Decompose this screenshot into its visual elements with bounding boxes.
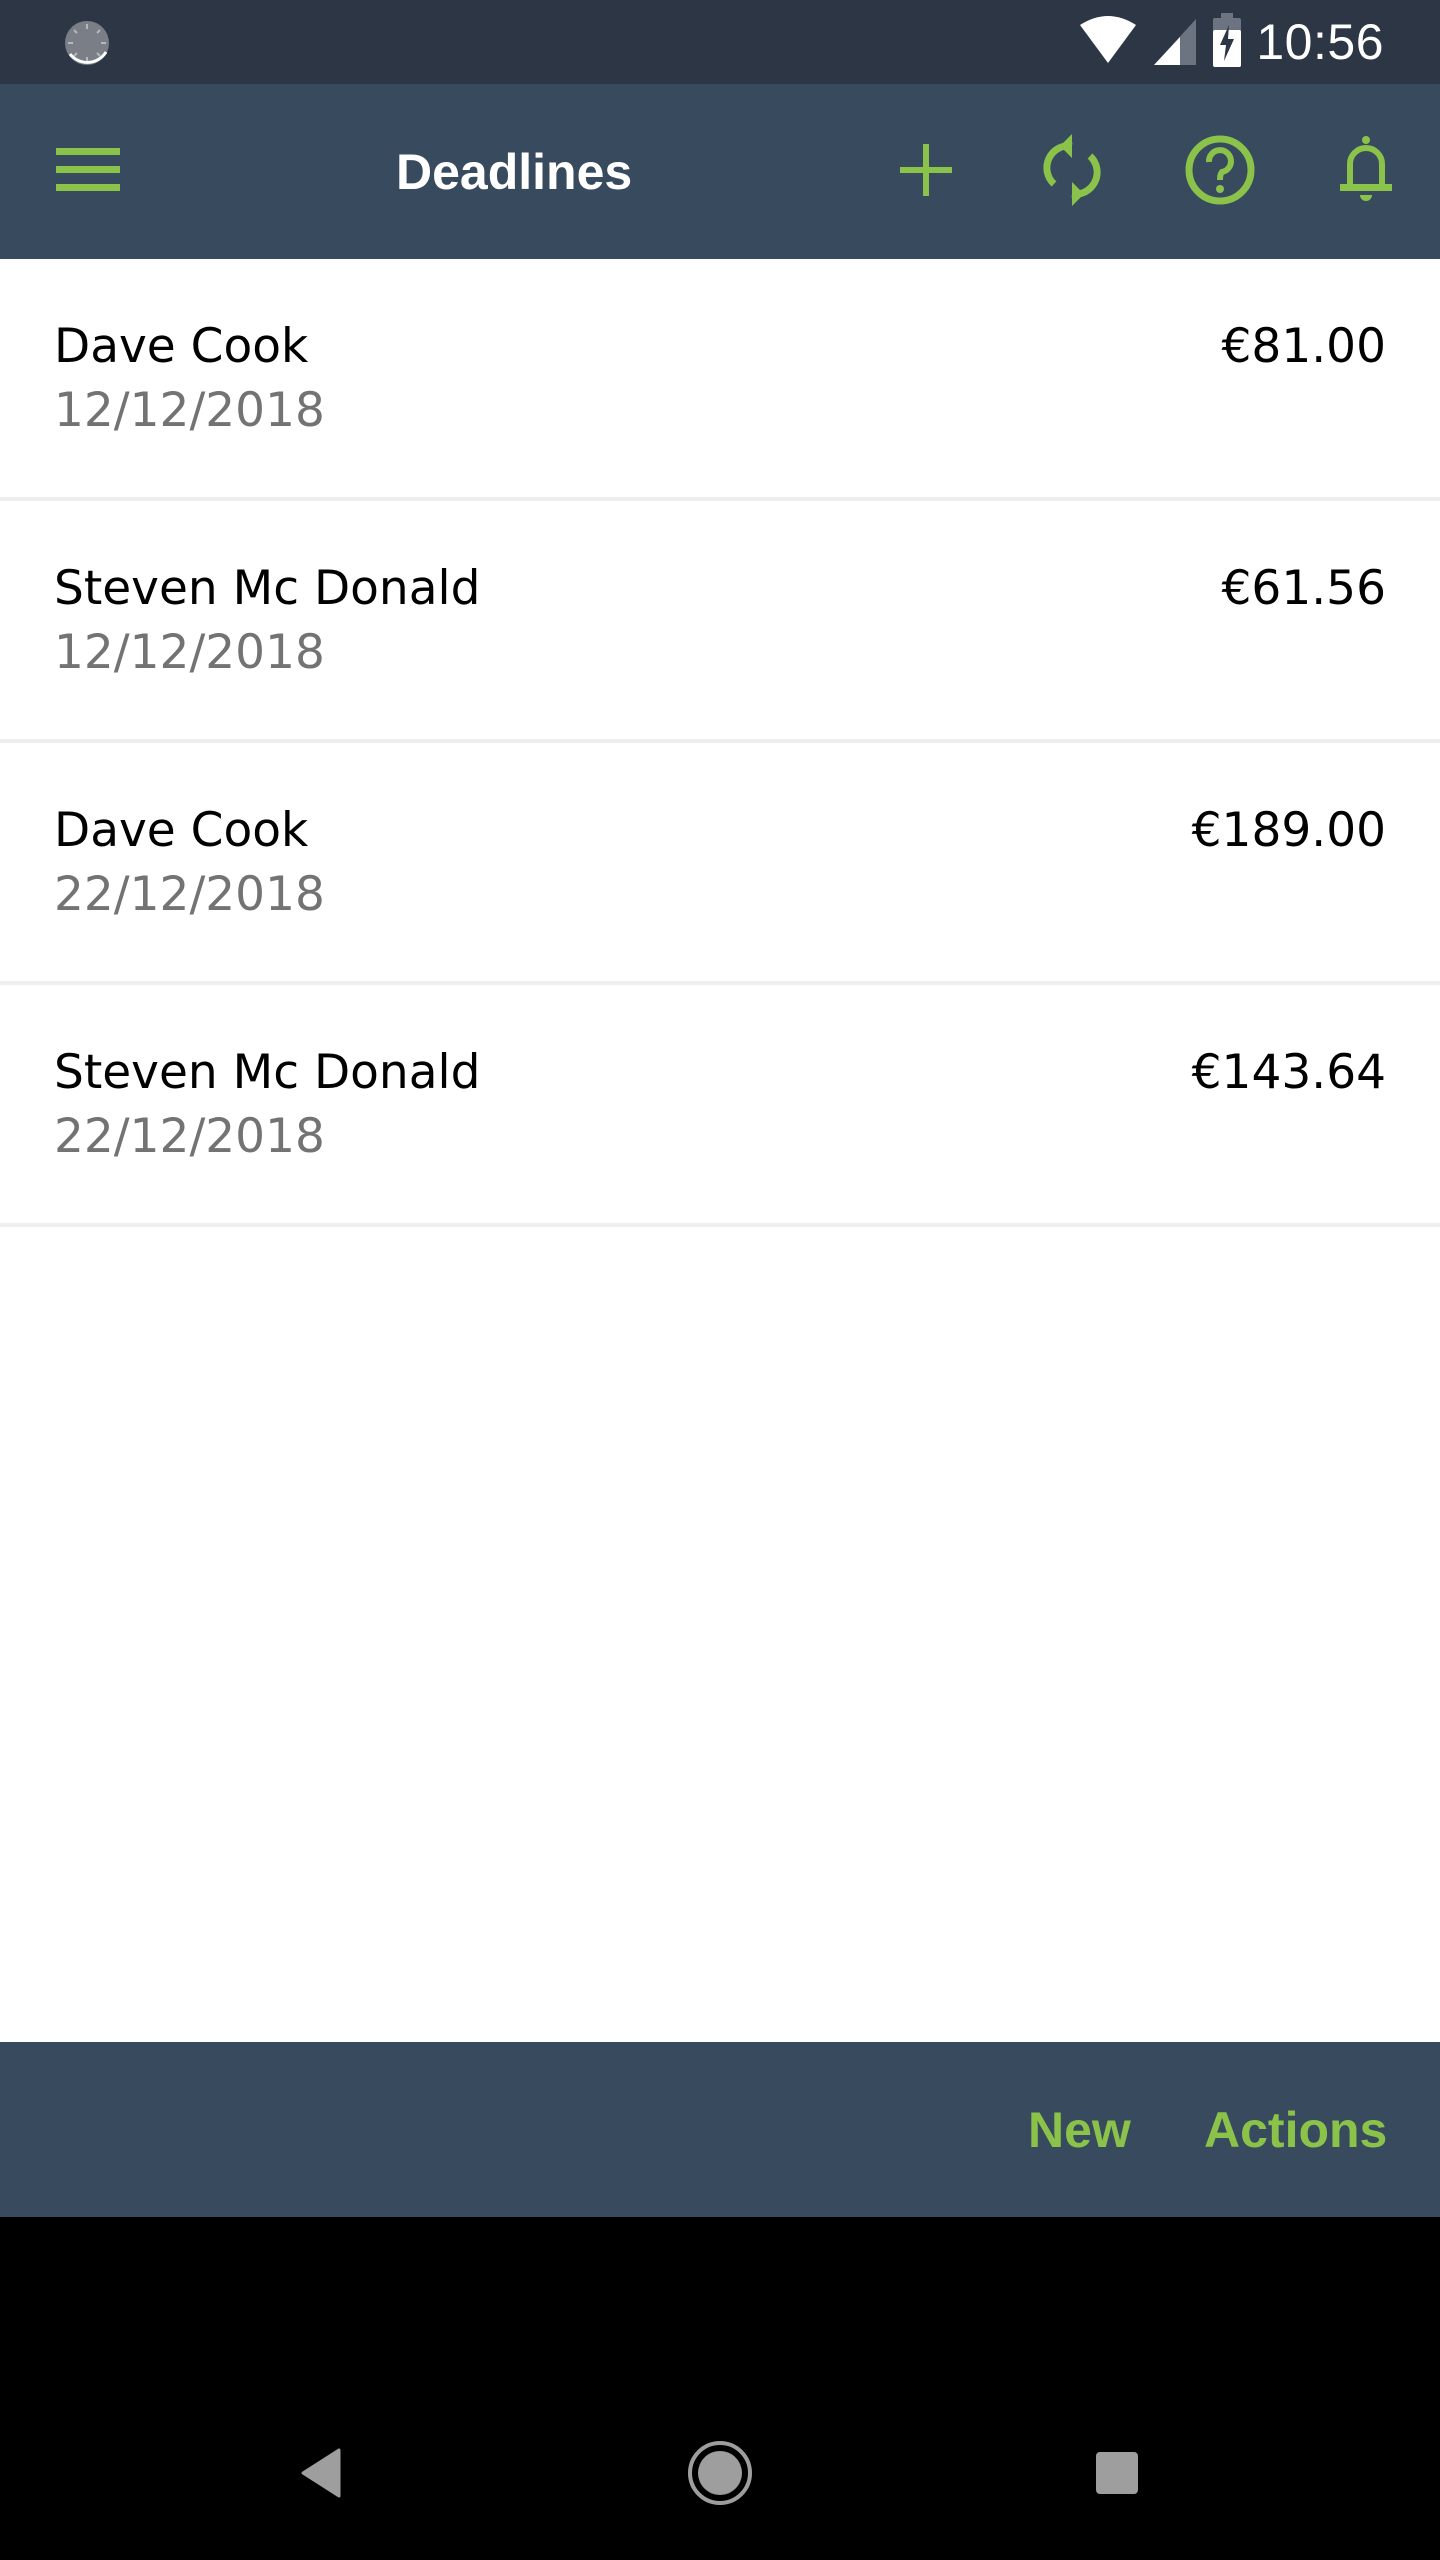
deadline-row[interactable]: Steven Mc Donald 12/12/2018 €61.56 (0, 501, 1440, 743)
status-icons: 10:56 (1078, 10, 1384, 74)
deadline-row[interactable]: Steven Mc Donald 22/12/2018 €143.64 (0, 985, 1440, 1227)
deadlines-list: Dave Cook 12/12/2018 €81.00 Steven Mc Do… (0, 259, 1440, 1227)
app-bar: Deadlines (0, 84, 1440, 259)
new-button[interactable]: New (1028, 2100, 1131, 2160)
refresh-button[interactable] (1034, 132, 1110, 213)
add-button[interactable] (888, 134, 964, 210)
help-button[interactable] (1182, 134, 1258, 210)
page-title: Deadlines (396, 144, 633, 200)
home-icon (687, 2440, 753, 2511)
recents-icon (1095, 2451, 1139, 2500)
deadline-name: Steven Mc Donald (54, 561, 481, 616)
deadline-name: Dave Cook (54, 803, 309, 858)
help-circle-icon (1184, 134, 1256, 211)
deadline-date: 22/12/2018 (54, 867, 325, 922)
status-time: 10:56 (1256, 14, 1384, 70)
cell-signal-icon (1152, 15, 1198, 70)
battery-charging-icon (1212, 12, 1242, 72)
deadline-date: 22/12/2018 (54, 1109, 325, 1164)
sync-progress-icon (62, 18, 112, 68)
recents-button[interactable] (1072, 2430, 1162, 2520)
deadline-amount: €143.64 (1191, 1045, 1386, 1100)
deadline-amount: €81.00 (1221, 319, 1386, 374)
back-icon (299, 2448, 343, 2503)
deadline-date: 12/12/2018 (54, 383, 325, 438)
hamburger-menu-icon (56, 146, 120, 199)
deadline-name: Dave Cook (54, 319, 309, 374)
plus-icon (898, 142, 954, 203)
deadline-name: Steven Mc Donald (54, 1045, 481, 1100)
bottom-action-bar: New Actions (0, 2042, 1440, 2217)
back-button[interactable] (276, 2430, 366, 2520)
bell-icon (1336, 134, 1396, 211)
actions-button[interactable]: Actions (1204, 2100, 1387, 2160)
notifications-button[interactable] (1328, 134, 1404, 210)
status-bar: 10:56 (0, 0, 1440, 84)
deadline-row[interactable]: Dave Cook 22/12/2018 €189.00 (0, 743, 1440, 985)
deadline-amount: €61.56 (1221, 561, 1386, 616)
sync-icon (1042, 132, 1102, 213)
menu-button[interactable] (50, 134, 126, 210)
deadline-amount: €189.00 (1191, 803, 1386, 858)
home-button[interactable] (675, 2430, 765, 2520)
deadline-row[interactable]: Dave Cook 12/12/2018 €81.00 (0, 259, 1440, 501)
wifi-icon (1078, 15, 1138, 70)
deadline-date: 12/12/2018 (54, 625, 325, 680)
